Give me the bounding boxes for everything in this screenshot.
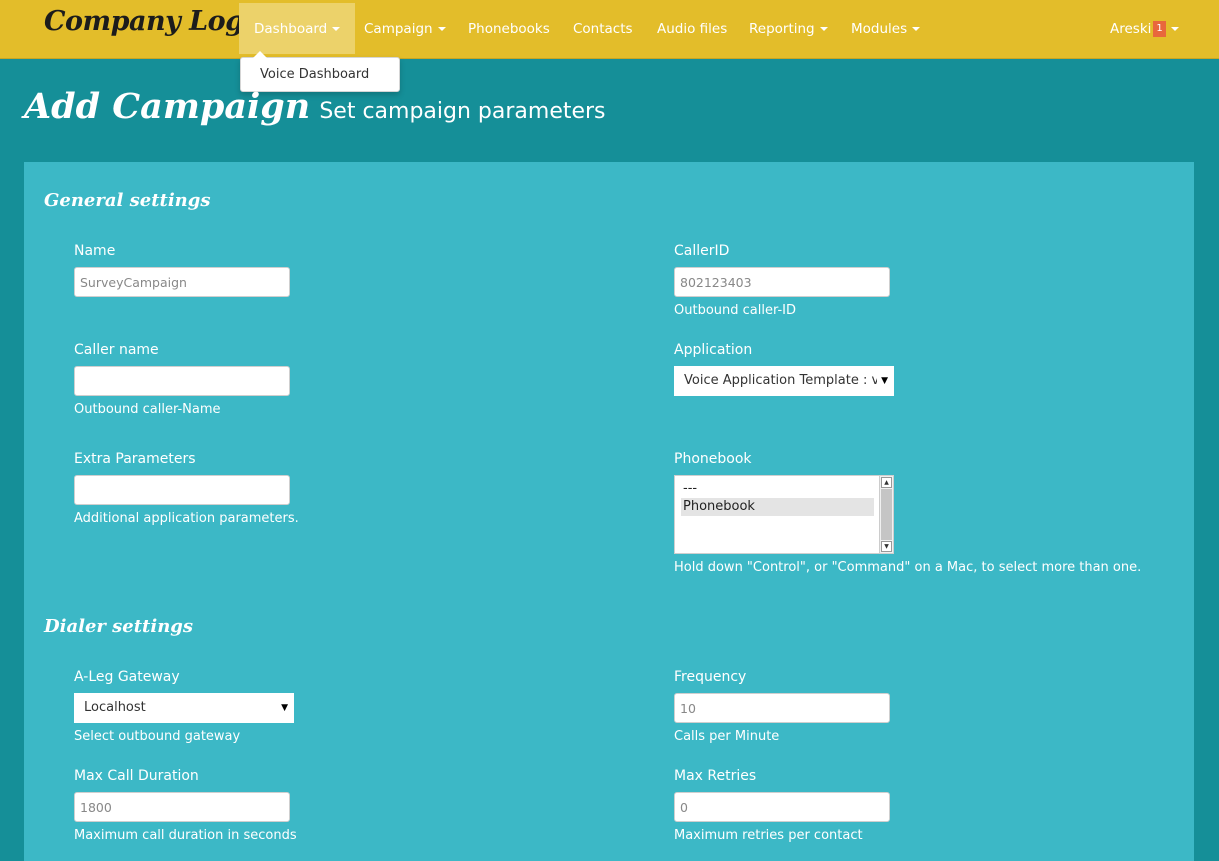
- caller-name-help: Outbound caller-Name: [74, 402, 221, 417]
- nav-contacts-label: Contacts: [573, 21, 633, 37]
- user-name: Areski: [1110, 21, 1152, 37]
- caret-down-icon: [819, 27, 828, 31]
- phonebook-label: Phonebook: [674, 451, 752, 467]
- dropdown-item-voice-dashboard[interactable]: Voice Dashboard: [260, 67, 369, 82]
- nav-audio-files-label: Audio files: [657, 21, 728, 37]
- max-retries-input[interactable]: [674, 792, 890, 822]
- max-call-duration-help: Maximum call duration in seconds: [74, 828, 297, 843]
- nav-modules[interactable]: Modules: [836, 3, 935, 54]
- nav-modules-label: Modules: [851, 21, 908, 37]
- caret-down-icon: [1170, 27, 1179, 31]
- nav-contacts[interactable]: Contacts: [558, 3, 648, 54]
- caret-down-icon: [332, 27, 341, 31]
- navbar: Company Logo Dashboard Campaign Phoneboo…: [0, 0, 1219, 59]
- scroll-thumb[interactable]: [881, 489, 892, 540]
- frequency-input[interactable]: [674, 693, 890, 723]
- page-subtitle: Set campaign parameters: [319, 99, 606, 124]
- gateway-help: Select outbound gateway: [74, 729, 241, 744]
- phonebook-help: Hold down "Control", or "Command" on a M…: [674, 560, 1142, 575]
- nav-reporting-label: Reporting: [749, 21, 815, 37]
- scroll-up-icon[interactable]: ▲: [881, 477, 892, 488]
- gateway-select[interactable]: Localhost ▼: [74, 693, 294, 723]
- notification-badge: 1: [1153, 21, 1166, 37]
- name-label: Name: [74, 243, 116, 259]
- nav-campaign[interactable]: Campaign: [349, 3, 461, 54]
- nav-phonebooks-label: Phonebooks: [468, 21, 550, 37]
- nav-audio-files[interactable]: Audio files: [642, 3, 742, 54]
- nav-campaign-label: Campaign: [364, 21, 433, 37]
- scroll-down-icon[interactable]: ▼: [881, 541, 892, 552]
- application-label: Application: [674, 342, 753, 358]
- callerid-label: CallerID: [674, 243, 730, 259]
- frequency-label: Frequency: [674, 669, 747, 685]
- page-header: Add Campaign Set campaign parameters: [24, 86, 606, 127]
- gateway-label: A-Leg Gateway: [74, 669, 180, 685]
- max-call-duration-label: Max Call Duration: [74, 768, 199, 784]
- dropdown-arrow-icon: ▼: [277, 693, 288, 723]
- phonebook-option-selected[interactable]: Phonebook: [681, 498, 874, 516]
- dialer-settings-title: Dialer settings: [44, 616, 194, 637]
- extra-parameters-label: Extra Parameters: [74, 451, 196, 467]
- extra-parameters-help: Additional application parameters.: [74, 511, 299, 526]
- caller-name-input[interactable]: [74, 366, 290, 396]
- campaign-form-panel: General settings Name CallerID Outbound …: [24, 162, 1194, 861]
- nav-reporting[interactable]: Reporting: [734, 3, 843, 54]
- nav-phonebooks[interactable]: Phonebooks: [453, 3, 565, 54]
- caret-down-icon: [437, 27, 446, 31]
- nav-dashboard[interactable]: Dashboard: [239, 3, 356, 54]
- phonebook-multiselect[interactable]: --- Phonebook ▲ ▼: [674, 475, 894, 554]
- max-call-duration-input[interactable]: [74, 792, 290, 822]
- nav-user-menu[interactable]: Areski 1: [1095, 3, 1194, 54]
- callerid-help: Outbound caller-ID: [674, 303, 797, 318]
- page-title: Add Campaign: [24, 86, 311, 127]
- callerid-input[interactable]: [674, 267, 890, 297]
- application-select[interactable]: Voice Application Template : vo ▼: [674, 366, 894, 396]
- general-settings-title: General settings: [44, 190, 211, 211]
- max-retries-help: Maximum retries per contact: [674, 828, 863, 843]
- extra-parameters-input[interactable]: [74, 475, 290, 505]
- phonebook-option[interactable]: ---: [681, 480, 874, 498]
- application-select-value: Voice Application Template : vo: [684, 373, 888, 388]
- phonebook-scrollbar[interactable]: ▲ ▼: [879, 476, 893, 553]
- frequency-help: Calls per Minute: [674, 729, 780, 744]
- caller-name-label: Caller name: [74, 342, 159, 358]
- company-logo[interactable]: Company Logo: [44, 6, 262, 37]
- caret-down-icon: [912, 27, 921, 31]
- max-retries-label: Max Retries: [674, 768, 757, 784]
- name-input[interactable]: [74, 267, 290, 297]
- dropdown-arrow-icon: ▼: [877, 366, 888, 396]
- gateway-select-value: Localhost: [84, 700, 146, 715]
- nav-dashboard-label: Dashboard: [254, 21, 328, 37]
